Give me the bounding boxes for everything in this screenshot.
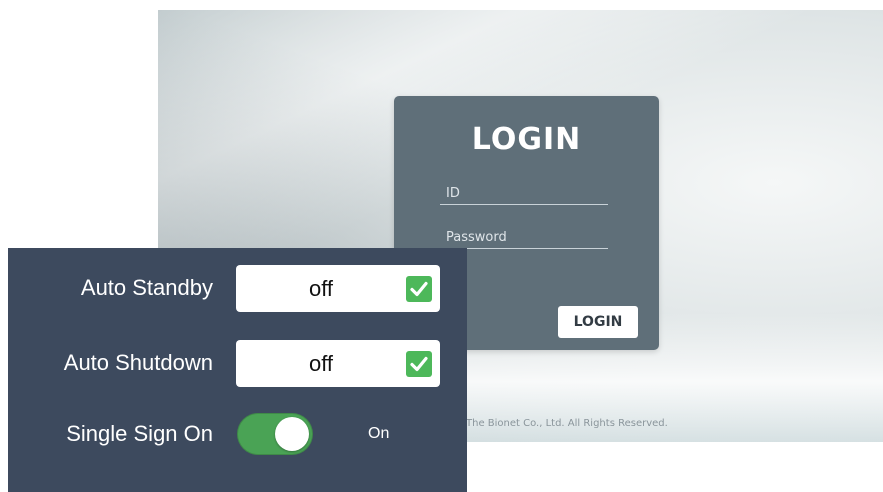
- login-button[interactable]: LOGIN: [558, 306, 638, 338]
- toggle-knob[interactable]: [275, 417, 309, 451]
- auto-standby-row: Auto Standby off: [8, 258, 467, 318]
- id-field[interactable]: ID: [440, 182, 608, 205]
- password-field[interactable]: Password: [440, 226, 608, 249]
- settings-panel: Auto Standby off Auto Shutdown off Singl…: [8, 248, 467, 492]
- single-sign-on-row: Single Sign On On: [8, 404, 467, 464]
- id-placeholder: ID: [446, 186, 460, 201]
- auto-shutdown-row: Auto Shutdown off: [8, 333, 467, 393]
- auto-standby-select[interactable]: off: [236, 265, 440, 312]
- password-placeholder: Password: [446, 230, 507, 245]
- checkbox-checked-icon[interactable]: [406, 275, 432, 302]
- auto-standby-value: off: [308, 275, 334, 301]
- single-sign-on-toggle[interactable]: [237, 413, 313, 455]
- auto-shutdown-select[interactable]: off: [236, 340, 440, 387]
- auto-shutdown-label: Auto Shutdown: [63, 350, 213, 375]
- single-sign-on-state: On: [368, 425, 390, 442]
- single-sign-on-label: Single Sign On: [66, 421, 213, 446]
- login-title: LOGIN: [471, 122, 582, 157]
- auto-shutdown-value: off: [308, 350, 334, 376]
- checkbox-checked-icon[interactable]: [406, 350, 432, 377]
- copyright-text: The Bionet Co., Ltd. All Rights Reserved…: [466, 418, 668, 429]
- auto-standby-label: Auto Standby: [80, 275, 213, 300]
